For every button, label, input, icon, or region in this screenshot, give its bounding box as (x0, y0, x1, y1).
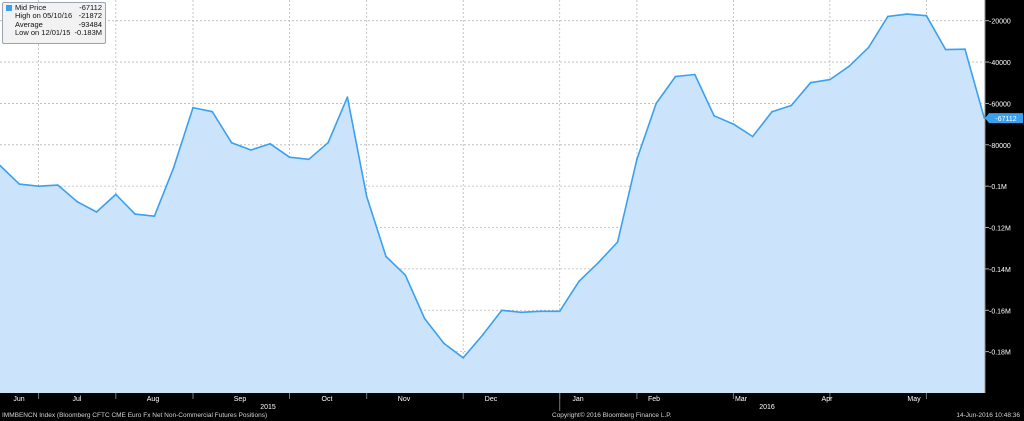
data-point (134, 213, 137, 216)
data-point (616, 241, 619, 243)
data-point (693, 73, 696, 76)
footer-bar: IMMBENCN Index (Bloomberg CFTC CME Euro … (0, 411, 1024, 421)
x-month-label: Mar (735, 396, 748, 403)
data-point (713, 114, 715, 117)
x-month-label: Jun (13, 396, 24, 403)
x-month-label: May (907, 396, 921, 403)
data-point (558, 310, 561, 313)
x-month-label: Aug (147, 396, 160, 403)
x-month-label: Sep (234, 396, 247, 403)
x-month-label: Jul (73, 396, 82, 403)
data-point (674, 75, 677, 78)
last-value-tag: -67112 (985, 113, 1023, 124)
data-point (462, 356, 465, 359)
x-month-label: Nov (398, 396, 411, 403)
data-point (790, 104, 793, 107)
data-point (848, 65, 851, 68)
x-month-label: Jan (572, 396, 583, 403)
x-year-label: 2015 (260, 404, 276, 411)
legend-low-label: Low on 12/01/15 (15, 28, 71, 38)
data-point (423, 317, 426, 320)
data-point (211, 110, 214, 113)
y-tick-label: -0.16M (989, 308, 1011, 315)
data-point (346, 96, 349, 99)
x-month-label: Feb (648, 396, 660, 403)
data-point (809, 81, 812, 84)
y-tick-label: -0.12M (989, 226, 1011, 233)
footer-timestamp: 14-Jun-2016 10:48:36 (956, 412, 1020, 419)
y-tick-label: -80000 (989, 143, 1011, 150)
x-month-label: Oct (322, 396, 333, 403)
data-point (867, 46, 870, 49)
data-point (172, 166, 175, 169)
data-point (481, 334, 484, 336)
data-point (230, 141, 233, 144)
x-year-label: 2016 (759, 404, 775, 411)
data-point (269, 142, 272, 145)
data-point (751, 135, 754, 138)
x-month-label: Apr (822, 396, 834, 403)
y-tick-label: -40000 (989, 60, 1011, 67)
legend-swatch (6, 5, 12, 12)
data-point (288, 156, 291, 159)
data-point (771, 110, 773, 113)
legend-box: Mid Price -67112 High on 05/10/16 -21872… (2, 2, 106, 44)
price-chart: -20000 -40000 -60000 -80000 -0.1M -0.12M -0.14… (0, 0, 1024, 411)
data-point (886, 15, 889, 18)
data-point (37, 185, 40, 188)
data-point (385, 255, 387, 258)
data-point (539, 310, 542, 313)
y-tick-label: -20000 (989, 19, 1011, 26)
data-point (732, 123, 735, 125)
data-point (500, 309, 503, 312)
y-tick-label: -60000 (989, 101, 1011, 108)
data-point (597, 261, 600, 264)
data-point (57, 184, 59, 187)
data-point (192, 106, 194, 109)
data-point (250, 149, 252, 151)
data-point (964, 48, 966, 51)
data-point (906, 13, 908, 16)
data-point (578, 280, 580, 283)
data-point (829, 78, 831, 81)
data-point (655, 102, 658, 105)
footer-ticker: IMMBENCN Index (Bloomberg CFTC CME Euro … (2, 412, 268, 419)
y-tick-label: -0.18M (989, 350, 1011, 357)
data-point (114, 193, 117, 196)
data-point (153, 215, 156, 218)
legend-row-low: Low on 12/01/15 -0.183M (6, 28, 102, 38)
x-month-label: Dec (485, 396, 498, 403)
data-point (18, 183, 21, 186)
data-point (404, 274, 407, 276)
data-point (76, 200, 79, 203)
last-value-tag-label: -67112 (995, 116, 1016, 123)
y-tick-label: -0.1M (989, 184, 1007, 191)
data-point (944, 48, 947, 51)
data-point (365, 195, 368, 198)
data-point (95, 211, 98, 213)
y-axis-panel (985, 0, 1024, 393)
data-point (307, 158, 310, 161)
footer-copyright: Copyright© 2016 Bloomberg Finance L.P. (552, 412, 672, 419)
data-point (520, 311, 522, 314)
data-point (443, 342, 445, 345)
data-point (925, 14, 928, 17)
data-point (636, 158, 638, 161)
y-tick-label: -0.14M (989, 267, 1011, 274)
legend-low-value: -0.183M (74, 28, 102, 38)
data-point (327, 141, 329, 144)
